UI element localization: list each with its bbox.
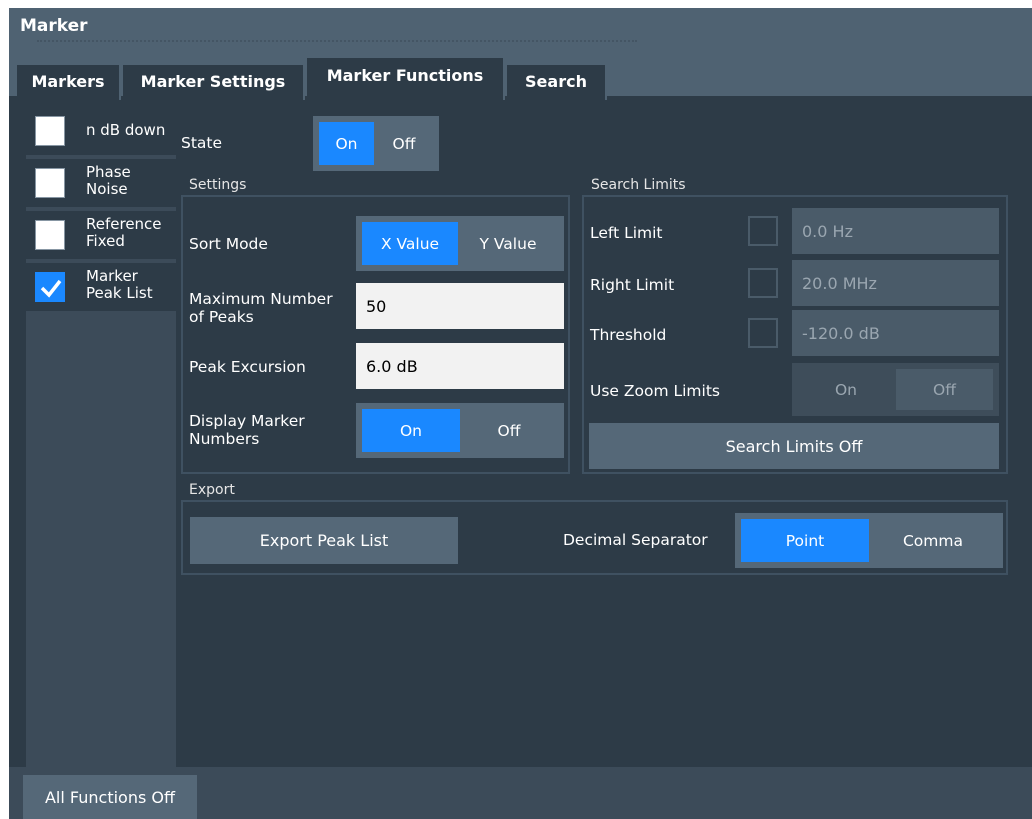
threshold-checkbox[interactable] [748, 318, 778, 348]
bottom-bar: All Functions Off [9, 767, 1032, 819]
state-off-option[interactable]: Off [375, 122, 433, 165]
state-on-option[interactable]: On [319, 122, 374, 165]
function-label: Reference Fixed [86, 215, 162, 250]
tab-marker-settings[interactable]: Marker Settings [123, 65, 305, 100]
tab-marker-functions[interactable]: Marker Functions [307, 58, 505, 100]
search-limits-off-button[interactable]: Search Limits Off [589, 423, 999, 469]
checkbox[interactable] [35, 220, 65, 250]
left-limit-input[interactable]: 0.0 Hz [792, 208, 999, 254]
checkbox[interactable] [35, 168, 65, 198]
display-numbers-toggle[interactable]: On Off [356, 403, 564, 458]
left-limit-label: Left Limit [590, 224, 663, 242]
title-bar: Marker [9, 8, 1032, 46]
tab-search[interactable]: Search [507, 65, 607, 100]
sort-x-value-option[interactable]: X Value [362, 222, 458, 265]
display-numbers-on-option[interactable]: On [362, 409, 460, 452]
display-numbers-off-option[interactable]: Off [460, 409, 558, 452]
zoom-limits-on-option[interactable]: On [798, 369, 894, 410]
function-label: Phase Noise [86, 163, 131, 198]
decimal-separator-toggle[interactable]: Point Comma [735, 513, 1003, 568]
state-label: State [181, 134, 223, 152]
tab-bar: Markers Marker Settings Marker Functions… [9, 46, 1032, 100]
state-toggle[interactable]: On Off [313, 116, 439, 171]
max-peaks-input[interactable]: 50 [356, 283, 564, 329]
tab-markers[interactable]: Markers [17, 65, 121, 100]
peak-excursion-input[interactable]: 6.0 dB [356, 343, 564, 389]
window-title: Marker [20, 16, 88, 36]
function-item-phase-noise[interactable]: Phase Noise [26, 159, 176, 209]
all-functions-off-button[interactable]: All Functions Off [23, 775, 197, 819]
export-peak-list-button[interactable]: Export Peak List [190, 517, 458, 564]
title-separator [37, 40, 637, 43]
function-item-reference-fixed[interactable]: Reference Fixed [26, 211, 176, 261]
function-label: n dB down [86, 121, 166, 139]
search-limits-group-title: Search Limits [591, 177, 686, 193]
display-numbers-label: Display Marker Numbers [189, 412, 305, 448]
sort-y-value-option[interactable]: Y Value [458, 222, 558, 265]
decimal-separator-label: Decimal Separator [563, 531, 708, 549]
checkbox[interactable] [35, 116, 65, 146]
left-limit-checkbox[interactable] [748, 216, 778, 246]
function-item-marker-peak-list[interactable]: Marker Peak List [26, 263, 176, 313]
settings-group-title: Settings [189, 177, 247, 193]
threshold-input[interactable]: -120.0 dB [792, 310, 999, 356]
checkmark-icon [40, 279, 62, 298]
sort-mode-toggle[interactable]: X Value Y Value [356, 216, 564, 271]
checkbox-checked[interactable] [35, 272, 65, 302]
export-group-title: Export [189, 482, 235, 498]
zoom-limits-label: Use Zoom Limits [590, 382, 720, 400]
decimal-point-option[interactable]: Point [741, 519, 869, 562]
sort-mode-label: Sort Mode [189, 235, 268, 253]
function-label: Marker Peak List [86, 267, 153, 302]
right-limit-checkbox[interactable] [748, 268, 778, 298]
zoom-limits-toggle[interactable]: On Off [792, 363, 999, 416]
zoom-limits-off-option[interactable]: Off [896, 369, 993, 410]
max-peaks-label: Maximum Number of Peaks [189, 290, 333, 326]
peak-excursion-label: Peak Excursion [189, 358, 306, 376]
function-item-n-db-down[interactable]: n dB down [26, 107, 176, 157]
right-limit-label: Right Limit [590, 276, 675, 294]
function-list: n dB down Phase Noise Reference Fixed Ma… [26, 107, 176, 767]
right-limit-input[interactable]: 20.0 MHz [792, 260, 999, 306]
threshold-label: Threshold [590, 326, 667, 344]
decimal-comma-option[interactable]: Comma [869, 519, 997, 562]
